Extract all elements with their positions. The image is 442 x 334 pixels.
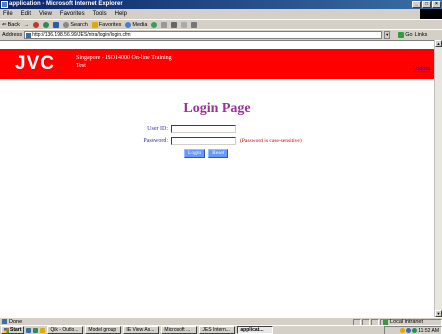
banner-title: Singapore - ISO14000 On-line Training [76, 55, 172, 61]
taskbar-item[interactable]: Qik - Outlo... [47, 326, 84, 334]
password-label: Password: [143, 138, 168, 144]
address-url: http://136.198.56.99/JES/ntra/login/logi… [32, 31, 131, 38]
address-bar: Address http://136.198.56.99/JES/ntra/lo… [0, 29, 442, 39]
page-title: Login Page [183, 101, 251, 116]
login-button[interactable]: Login [184, 149, 206, 158]
scroll-down-button[interactable]: ▼ [435, 310, 442, 317]
banner-text: Singapore - ISO14000 On-line Training Te… [76, 54, 172, 70]
media-button[interactable]: Media [125, 21, 147, 28]
standard-toolbar: ⇐ Back → Search Favorites Media [0, 19, 442, 29]
browser-viewport: JVC Singapore - ISO14000 On-line Trainin… [0, 40, 434, 317]
address-dropdown-button[interactable]: ▼ [384, 30, 391, 39]
taskbar-item[interactable]: Model group [85, 326, 122, 334]
search-icon [63, 21, 70, 28]
userid-label: User ID: [147, 126, 168, 132]
tray-icon[interactable] [412, 328, 418, 333]
windows-flag-icon [4, 327, 9, 333]
stop-icon[interactable] [33, 21, 40, 28]
window-title: application - Microsoft Internet Explore… [9, 1, 123, 7]
taskbar-item-active[interactable]: applicat... [237, 326, 274, 334]
home-icon[interactable] [53, 21, 60, 28]
status-text: Done [9, 318, 23, 325]
status-bar: Done Local intranet [0, 317, 442, 326]
close-button[interactable]: × [432, 1, 441, 8]
clock: 11:52 AM [418, 327, 439, 334]
window-titlebar[interactable]: application - Microsoft Internet Explore… [0, 0, 442, 9]
go-arrow-icon [398, 31, 405, 38]
media-icon [125, 21, 132, 28]
history-icon[interactable] [151, 21, 158, 28]
back-arrow-icon: ⇐ [2, 21, 7, 28]
form-buttons: Login Reset [184, 149, 229, 158]
password-note: (Password is case-sensitive) [240, 138, 302, 144]
menu-file[interactable]: File [3, 11, 13, 17]
taskbar: Start Qik - Outlo... Model group IE View… [0, 325, 442, 334]
windows-logo-icon [420, 9, 442, 19]
mail-icon[interactable] [161, 21, 168, 28]
scroll-up-button[interactable]: ▲ [435, 40, 442, 47]
menu-edit[interactable]: Edit [21, 11, 31, 17]
refresh-icon[interactable] [43, 21, 50, 28]
page-done-icon [2, 319, 7, 324]
minimize-button[interactable]: _ [412, 1, 421, 8]
intranet-icon [383, 319, 388, 325]
go-button[interactable]: Go [398, 31, 413, 38]
logout-link[interactable]: Logout [413, 66, 430, 72]
address-input[interactable]: http://136.198.56.99/JES/ntra/login/logi… [24, 30, 383, 39]
password-input[interactable] [171, 137, 236, 145]
discuss-icon[interactable] [191, 21, 198, 28]
edit-icon[interactable] [181, 21, 188, 28]
reset-button[interactable]: Reset [208, 149, 229, 158]
search-button[interactable]: Search [63, 21, 88, 28]
page-icon [26, 32, 32, 38]
taskbar-item[interactable]: JES Intern... [199, 326, 236, 334]
taskbar-item[interactable]: IE View As... [123, 326, 160, 334]
maximize-button[interactable]: □ [422, 1, 431, 8]
password-row: Password: (Password is case-sensitive) [138, 137, 302, 145]
vertical-scrollbar[interactable]: ▲ ▼ [434, 40, 442, 317]
forward-button[interactable]: → [24, 22, 30, 28]
banner-subtitle: Test [76, 63, 86, 69]
address-label: Address [2, 31, 23, 38]
menu-tools[interactable]: Tools [93, 11, 107, 17]
userid-row: User ID: [138, 125, 236, 133]
jvc-logo: JVC [15, 53, 55, 74]
back-button[interactable]: ⇐ Back [2, 22, 20, 28]
start-button[interactable]: Start [1, 326, 25, 334]
quicklaunch-outlook-icon[interactable] [40, 327, 46, 333]
quicklaunch-desktop-icon[interactable] [33, 327, 39, 333]
menu-help[interactable]: Help [115, 11, 127, 17]
tray-icon[interactable] [406, 328, 412, 333]
system-tray: 11:52 AM [384, 326, 442, 334]
ie-icon [1, 1, 8, 8]
tray-icon[interactable] [400, 328, 406, 333]
favorites-button[interactable]: Favorites [91, 21, 121, 28]
taskbar-item[interactable]: Microsoft ... [161, 326, 198, 334]
header-banner: JVC Singapore - ISO14000 On-line Trainin… [0, 49, 434, 79]
quicklaunch-ie-icon[interactable] [26, 327, 32, 333]
userid-input[interactable] [171, 125, 236, 133]
print-icon[interactable] [171, 21, 178, 28]
menu-view[interactable]: View [39, 11, 52, 17]
menu-bar: File Edit View Favorites Tools Help [0, 9, 442, 19]
favorites-icon [91, 21, 98, 28]
links-button[interactable]: Links [415, 32, 428, 38]
menu-favorites[interactable]: Favorites [60, 11, 85, 17]
